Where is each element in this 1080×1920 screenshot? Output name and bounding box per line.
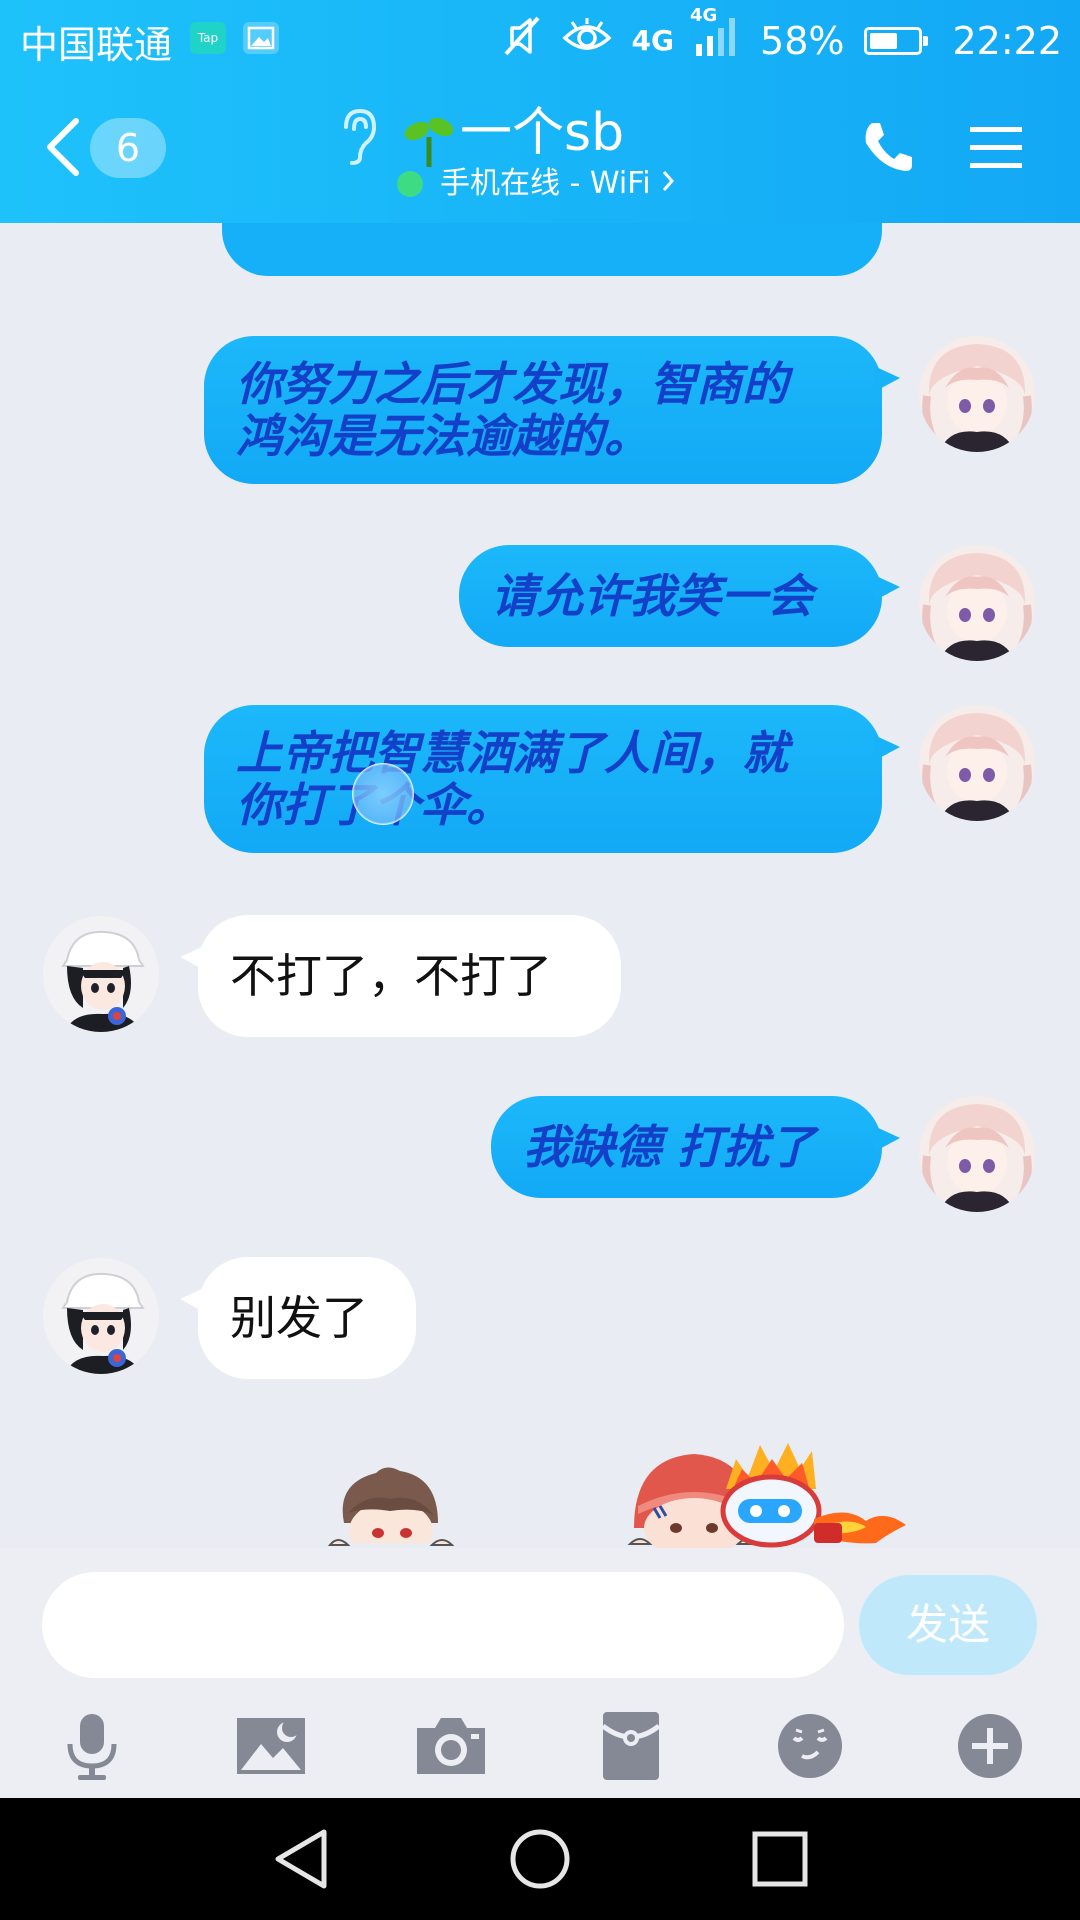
message-text: 别发了 — [230, 1291, 368, 1345]
emoji-icon[interactable] — [772, 1708, 848, 1784]
peeking-boy-sticker — [326, 1463, 456, 1548]
send-button[interactable]: 发送 — [859, 1575, 1037, 1675]
message-text-line: 上帝把智慧洒满了人间，就 — [236, 726, 788, 780]
network-type-2: 4G — [690, 5, 718, 26]
status-bar: 中国联通 Tap 4G 4G 58% 22:22 — [0, 0, 1080, 75]
my-avatar[interactable] — [919, 1096, 1035, 1212]
flame-robot-sticker — [716, 1439, 912, 1548]
ear-icon[interactable] — [336, 105, 380, 169]
camera-icon[interactable] — [413, 1708, 489, 1784]
nav-home-icon[interactable] — [507, 1826, 573, 1892]
contact-avatar[interactable] — [43, 916, 159, 1032]
online-status-label: 手机在线 - WiFi — [440, 166, 651, 201]
chat-header: 6 一个sb 手机在线 - WiFi — [0, 75, 1080, 223]
microphone-icon[interactable] — [54, 1708, 130, 1784]
tap-app-icon: Tap — [190, 22, 226, 54]
phone-icon[interactable] — [860, 119, 916, 175]
online-status-dot — [397, 171, 423, 197]
chevron-right-icon — [660, 164, 676, 206]
my-message-bubble[interactable]: 我缺德 打扰了 — [491, 1096, 900, 1198]
message-text-line: 你努力之后才发现，智商的 — [236, 357, 788, 411]
chat-toolbar — [0, 1708, 1080, 1784]
message-text-line: 你打了个伞。 — [236, 779, 850, 831]
signal-icon: 4G — [690, 5, 740, 65]
system-nav-bar — [0, 1798, 1080, 1920]
image-icon[interactable] — [233, 1708, 309, 1784]
gallery-icon — [243, 22, 279, 54]
nav-recents-icon[interactable] — [747, 1826, 813, 1892]
menu-icon[interactable] — [968, 123, 1024, 171]
clock: 22:22 — [952, 18, 1062, 63]
sprout-icon — [404, 111, 454, 167]
battery-percent: 58% — [760, 18, 845, 63]
network-type-1: 4G — [631, 23, 675, 57]
previous-message-bubble[interactable] — [222, 223, 882, 276]
message-input[interactable] — [42, 1572, 844, 1678]
online-status-text[interactable]: 手机在线 - WiFi — [440, 163, 676, 206]
status-right-group: 4G 4G 58% 22:22 — [502, 5, 1062, 67]
message-text-line: 鸿沟是无法逾越的。 — [236, 409, 650, 463]
contact-name[interactable]: 一个sb — [460, 101, 624, 165]
battery-icon — [864, 26, 929, 55]
contact-message-bubble[interactable]: 别发了 — [180, 1257, 416, 1379]
chat-screen: 中国联通 Tap 4G 4G 58% 22:22 6 一个sb 手机在线 - W… — [0, 0, 1080, 1920]
eye-icon — [562, 16, 612, 65]
my-avatar[interactable] — [919, 545, 1035, 661]
red-packet-icon[interactable] — [593, 1708, 669, 1784]
my-message-bubble[interactable]: 上帝把智慧洒满了人间，就 你打了个伞。 — [204, 705, 900, 853]
message-text: 我缺德 打扰了 — [523, 1120, 816, 1174]
input-bar: 发送 — [0, 1548, 1080, 1798]
my-avatar[interactable] — [919, 705, 1035, 821]
back-icon[interactable] — [38, 107, 88, 187]
my-message-bubble[interactable]: 请允许我笑一会 — [459, 545, 900, 647]
message-list[interactable]: 你努力之后才发现，智商的 鸿沟是无法逾越的。 请允许我笑一会 上帝把智慧洒满了人… — [0, 223, 1080, 1548]
touch-indicator — [352, 763, 414, 825]
my-message-bubble[interactable]: 你努力之后才发现，智商的 鸿沟是无法逾越的。 — [204, 336, 900, 484]
my-avatar[interactable] — [919, 336, 1035, 452]
nav-back-icon[interactable] — [268, 1826, 334, 1892]
battery-level-fill — [870, 32, 898, 49]
mute-icon — [502, 14, 542, 67]
message-text: 不打了，不打了 — [230, 949, 552, 1003]
plus-icon[interactable] — [952, 1708, 1028, 1784]
contact-avatar[interactable] — [43, 1258, 159, 1374]
unread-count-badge[interactable]: 6 — [90, 118, 166, 178]
message-text: 请允许我笑一会 — [491, 569, 813, 623]
carrier-label: 中国联通 — [20, 23, 173, 67]
contact-message-bubble[interactable]: 不打了，不打了 — [180, 915, 621, 1037]
